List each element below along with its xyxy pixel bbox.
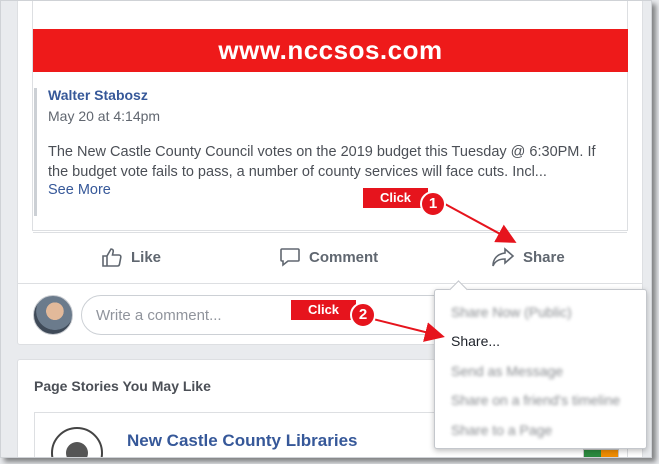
thumbs-up-icon bbox=[101, 246, 123, 268]
page-name-link[interactable]: New Castle County Libraries bbox=[127, 431, 358, 451]
share-arrow-icon bbox=[491, 246, 515, 268]
screenshot-frame: www.nccsos.com Walter Stabosz May 20 at … bbox=[0, 0, 652, 458]
comment-label: Comment bbox=[309, 248, 379, 266]
post-author[interactable]: Walter Stabosz bbox=[48, 87, 148, 103]
menu-item-send-message[interactable]: Send as Message bbox=[451, 363, 563, 379]
share-label: Share bbox=[523, 248, 565, 266]
like-button[interactable]: Like bbox=[101, 244, 161, 270]
post-body: The New Castle County Council votes on t… bbox=[48, 144, 596, 180]
comment-icon bbox=[279, 246, 301, 268]
share-dropdown-menu: Share Now (Public) Share... Send as Mess… bbox=[434, 289, 647, 449]
section-title: Page Stories You May Like bbox=[34, 378, 211, 394]
click-callout-1: Click bbox=[363, 188, 428, 208]
menu-item-share-friend-timeline[interactable]: Share on a friend's timeline bbox=[451, 392, 620, 408]
menu-item-share-now[interactable]: Share Now (Public) bbox=[451, 304, 572, 320]
divider bbox=[17, 283, 643, 284]
page-thumbnail[interactable] bbox=[583, 449, 619, 457]
comment-placeholder: Write a comment... bbox=[96, 307, 222, 324]
step-1-badge: 1 bbox=[420, 191, 446, 217]
avatar[interactable] bbox=[33, 295, 73, 335]
comment-button[interactable]: Comment bbox=[279, 244, 378, 270]
share-button[interactable]: Share bbox=[491, 244, 565, 270]
see-more-link[interactable]: See More bbox=[48, 182, 111, 198]
library-logo-icon[interactable] bbox=[51, 427, 103, 457]
post-date[interactable]: May 20 at 4:14pm bbox=[48, 108, 160, 124]
quote-bar bbox=[34, 88, 37, 216]
menu-item-share-to-page[interactable]: Share to a Page bbox=[451, 422, 552, 438]
link-banner[interactable]: www.nccsos.com bbox=[33, 29, 628, 72]
step-2-badge: 2 bbox=[350, 302, 376, 328]
divider bbox=[33, 232, 627, 233]
click-callout-2: Click bbox=[291, 300, 356, 320]
like-label: Like bbox=[131, 248, 162, 266]
menu-item-share[interactable]: Share... bbox=[451, 333, 500, 349]
